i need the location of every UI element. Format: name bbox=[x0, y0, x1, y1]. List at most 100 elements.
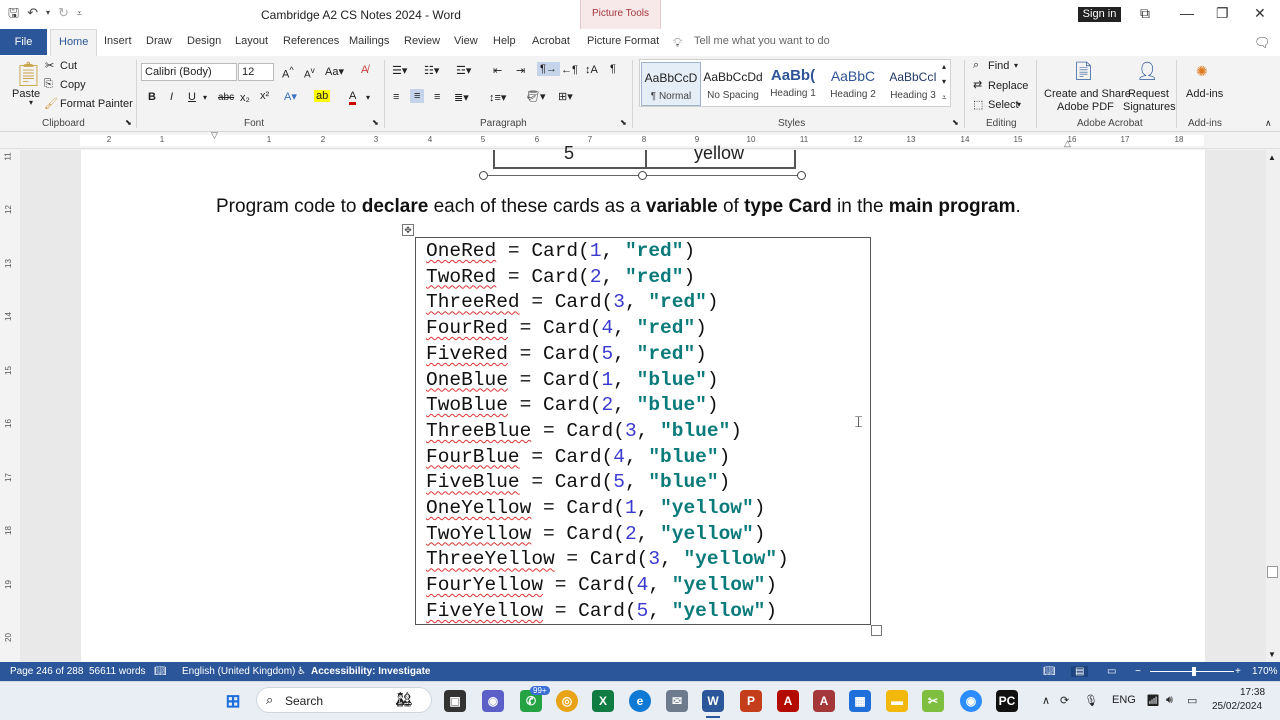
tab-design[interactable]: Design bbox=[179, 29, 229, 56]
align-right-icon[interactable]: ≡ bbox=[434, 91, 440, 103]
request-signatures-icon[interactable]: 👤︎ bbox=[1136, 61, 1159, 82]
taskbar-search[interactable]: ⌕ Search 🎎︎ bbox=[256, 687, 432, 713]
sort-icon[interactable]: ↕A bbox=[585, 64, 598, 76]
replace-button[interactable]: Replace bbox=[988, 80, 1028, 92]
collapse-ribbon-icon[interactable]: ∧ bbox=[1265, 118, 1272, 129]
microphone-icon[interactable]: 🎙︎ bbox=[1084, 694, 1098, 707]
tab-view[interactable]: View bbox=[446, 29, 486, 56]
copy-icon[interactable]: ⎘ bbox=[44, 78, 53, 91]
find-button[interactable]: Find bbox=[988, 60, 1009, 72]
input-language[interactable]: ENG bbox=[1112, 694, 1136, 706]
tab-review[interactable]: Review bbox=[396, 29, 448, 56]
clear-formatting-icon[interactable]: A̸ bbox=[361, 64, 368, 76]
styles-scroll-down-icon[interactable]: ▾ bbox=[942, 77, 946, 86]
align-center-icon[interactable]: ≡ bbox=[410, 89, 425, 103]
word-count[interactable]: 56611 words bbox=[89, 666, 146, 677]
restore-icon[interactable]: ❐ bbox=[1216, 5, 1229, 22]
zoom-icon[interactable]: ◉ bbox=[960, 690, 982, 712]
resize-handle[interactable] bbox=[797, 171, 806, 180]
underline-icon[interactable]: U bbox=[188, 91, 196, 103]
increase-indent-icon[interactable]: ⇥ bbox=[516, 64, 525, 77]
chevron-down-icon[interactable]: ▾ bbox=[29, 98, 33, 107]
volume-icon[interactable]: 🔊︎ bbox=[1166, 694, 1173, 707]
zoom-level[interactable]: 170% bbox=[1252, 666, 1278, 677]
snipping-tool-icon[interactable]: ✂ bbox=[922, 690, 944, 712]
select-button[interactable]: Select bbox=[988, 99, 1019, 111]
scroll-down-icon[interactable]: ▼ bbox=[1268, 650, 1276, 659]
create-pdf-button[interactable]: Create and Share bbox=[1044, 88, 1131, 100]
bold-icon[interactable]: B bbox=[148, 91, 156, 103]
proofing-icon[interactable]: 📖︎ bbox=[154, 666, 167, 677]
close-icon[interactable]: ✕ bbox=[1254, 5, 1266, 22]
page-count[interactable]: Page 246 of 288 bbox=[10, 666, 83, 677]
show-marks-icon[interactable]: ¶ bbox=[610, 63, 616, 75]
decrease-indent-icon[interactable]: ⇤ bbox=[493, 64, 502, 77]
format-painter-icon[interactable]: 🖌︎ bbox=[44, 97, 58, 110]
cut-button[interactable]: Cut bbox=[60, 60, 77, 72]
create-pdf-icon[interactable]: 📄︎ bbox=[1072, 61, 1095, 82]
align-left-icon[interactable]: ≡ bbox=[393, 91, 399, 103]
create-pdf-button-line2[interactable]: Adobe PDF bbox=[1057, 101, 1114, 113]
find-icon[interactable]: ⌕ bbox=[973, 59, 979, 72]
scroll-up-icon[interactable]: ▲ bbox=[1268, 153, 1276, 162]
tray-overflow-icon[interactable]: ∧ bbox=[1042, 694, 1050, 707]
text-effects-icon[interactable]: A▾ bbox=[284, 90, 297, 103]
tab-help[interactable]: Help bbox=[485, 29, 524, 56]
strikethrough-icon[interactable]: abc bbox=[218, 92, 234, 103]
styles-scroll-up-icon[interactable]: ▴ bbox=[942, 62, 946, 71]
wifi-icon[interactable]: 📶︎ bbox=[1146, 694, 1160, 707]
tab-mailings[interactable]: Mailings bbox=[341, 29, 397, 56]
add-ins-icon[interactable]: ✺ bbox=[1196, 63, 1208, 80]
indent-marker-icon[interactable]: ▽ bbox=[211, 130, 218, 141]
tab-picture-format[interactable]: Picture Format bbox=[579, 29, 667, 56]
clock-time[interactable]: 17:38 bbox=[1240, 687, 1265, 698]
chevron-down-icon[interactable]: ▾ bbox=[1014, 61, 1018, 70]
file-explorer-icon[interactable]: ▬ bbox=[886, 690, 908, 712]
style-heading-2[interactable]: AaBbC Heading 2 bbox=[823, 62, 883, 106]
redo-icon[interactable]: ↻ bbox=[58, 5, 69, 21]
language-indicator[interactable]: English (United Kingdom) bbox=[182, 666, 295, 677]
store-icon[interactable]: ▦ bbox=[849, 690, 871, 712]
numbering-icon[interactable]: ☷▾ bbox=[424, 64, 439, 77]
read-mode-icon[interactable]: 📖︎ bbox=[1043, 666, 1056, 677]
font-color-icon[interactable]: A bbox=[349, 90, 357, 105]
add-ins-button[interactable]: Add-ins bbox=[1186, 88, 1223, 100]
powerpoint-icon[interactable]: P bbox=[740, 690, 762, 712]
vertical-scrollbar[interactable] bbox=[1266, 150, 1280, 662]
customize-qat-icon[interactable]: ⩡ bbox=[77, 5, 82, 21]
justify-icon[interactable]: ≣▾ bbox=[454, 91, 469, 104]
clock-date[interactable]: 25/02/2024 bbox=[1212, 701, 1262, 712]
dialog-launcher-icon[interactable]: ⬊ bbox=[620, 118, 627, 127]
superscript-icon[interactable]: x² bbox=[260, 90, 269, 102]
code-table-cell[interactable]: OneRed = Card(1, "red") TwoRed = Card(2, … bbox=[415, 237, 871, 625]
comments-icon[interactable]: 🗨 bbox=[1254, 35, 1271, 51]
word-icon[interactable]: W bbox=[702, 690, 724, 712]
chevron-down-icon[interactable]: ▾ bbox=[203, 93, 207, 102]
change-case-icon[interactable]: Aa▾ bbox=[325, 65, 344, 78]
copy-button[interactable]: Copy bbox=[60, 79, 86, 91]
cut-icon[interactable]: ✂ bbox=[45, 59, 54, 72]
undo-icon[interactable]: ↶ bbox=[27, 5, 38, 21]
zoom-in-icon[interactable]: + bbox=[1235, 666, 1241, 677]
accessibility-status[interactable]: Accessibility: Investigate bbox=[311, 666, 431, 677]
tab-home[interactable]: Home bbox=[50, 29, 98, 56]
zoom-out-icon[interactable]: − bbox=[1135, 666, 1141, 677]
sign-in-button[interactable]: Sign in bbox=[1078, 7, 1121, 22]
tab-layout[interactable]: Layout bbox=[227, 29, 276, 56]
highlight-icon[interactable]: ab bbox=[314, 90, 331, 102]
font-size-select[interactable]: 12 bbox=[238, 63, 274, 81]
chevron-down-icon[interactable]: ▾ bbox=[46, 5, 50, 21]
right-indent-icon[interactable]: △ bbox=[1064, 138, 1071, 149]
access-icon[interactable]: A bbox=[813, 690, 835, 712]
teams-icon[interactable]: ◉ bbox=[482, 690, 504, 712]
resize-handle[interactable] bbox=[638, 171, 647, 180]
request-signatures-button[interactable]: Request bbox=[1128, 88, 1169, 100]
tab-file[interactable]: File bbox=[0, 29, 47, 55]
tab-insert[interactable]: Insert bbox=[96, 29, 140, 56]
tab-draw[interactable]: Draw bbox=[138, 29, 180, 56]
body-paragraph[interactable]: Program code to declare each of these ca… bbox=[216, 196, 1021, 218]
paste-icon[interactable]: 📋︎ bbox=[13, 60, 43, 89]
line-spacing-icon[interactable]: ↕≡▾ bbox=[489, 91, 506, 104]
start-icon[interactable]: ⊞ bbox=[222, 690, 244, 712]
multilevel-list-icon[interactable]: ☲▾ bbox=[456, 64, 471, 77]
